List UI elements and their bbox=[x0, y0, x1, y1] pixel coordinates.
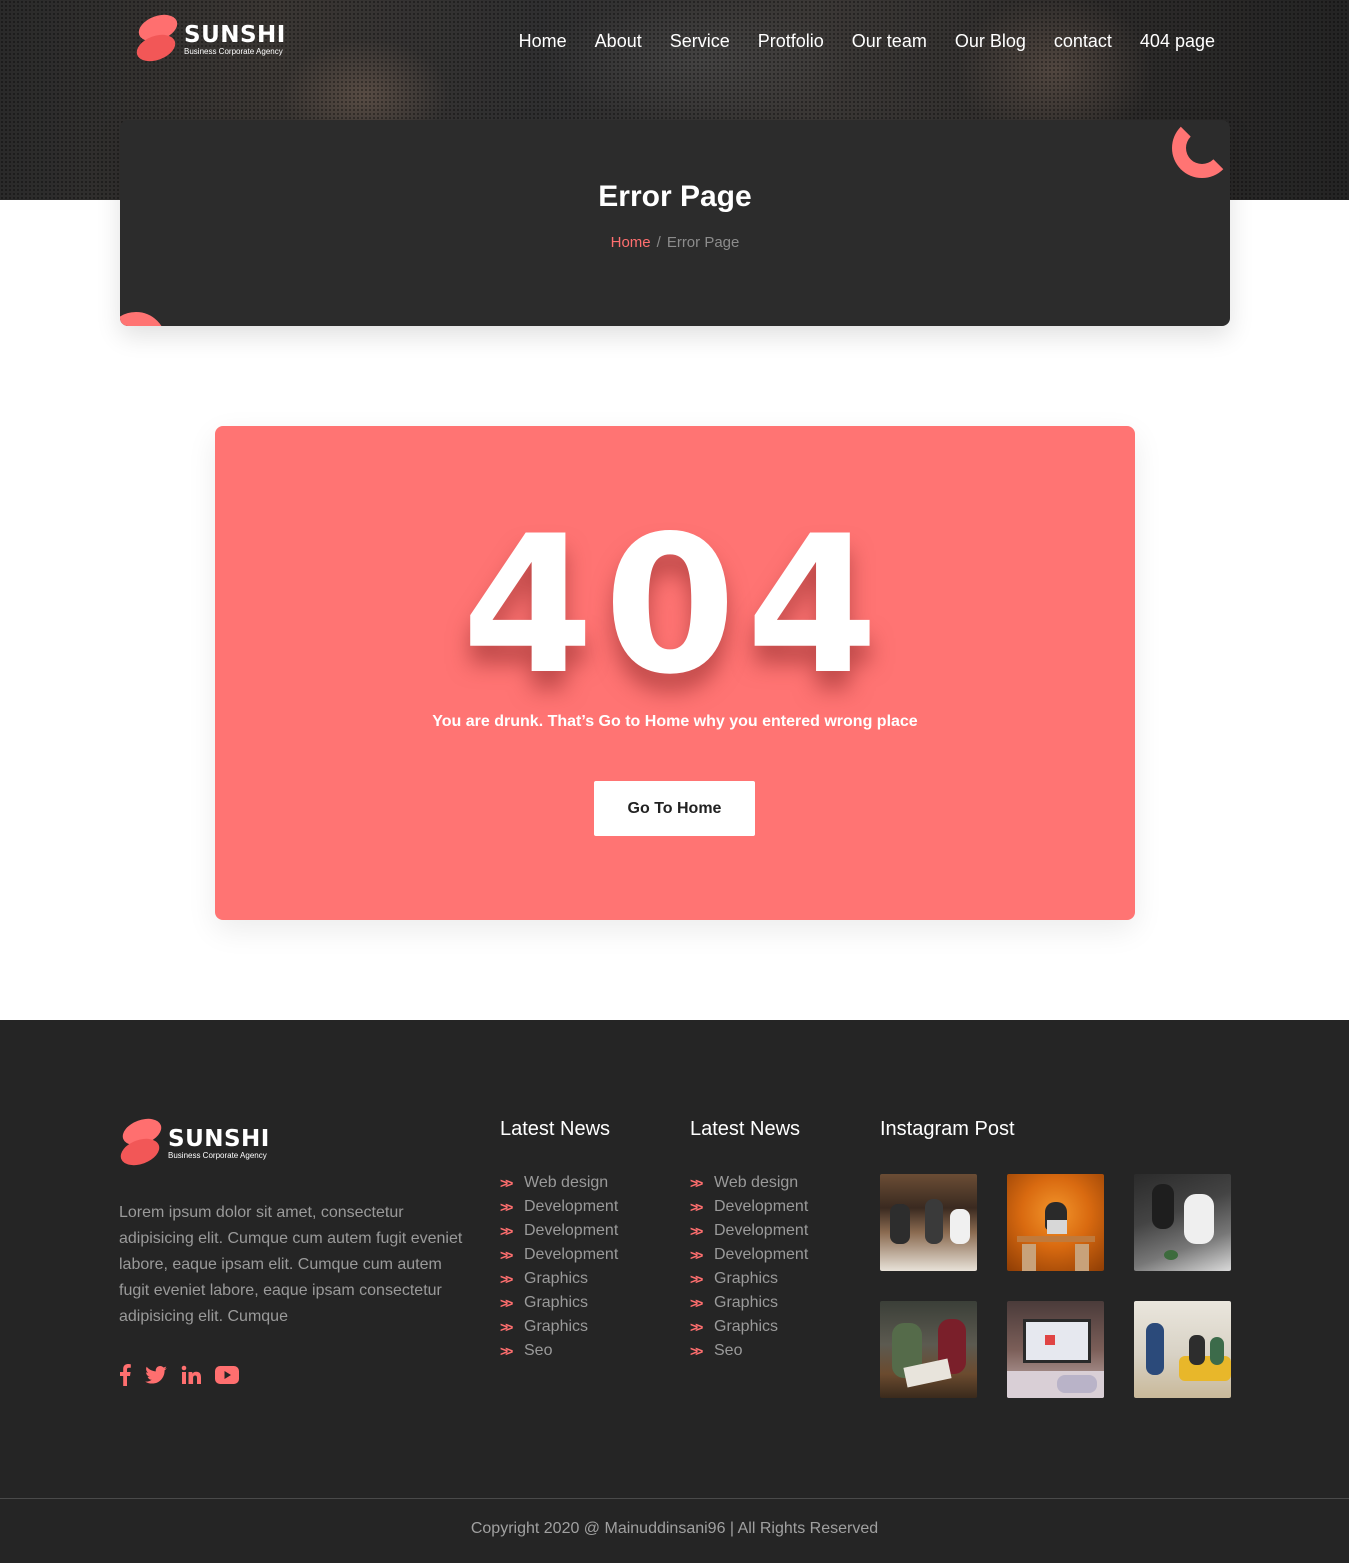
instagram-photo-lounge[interactable] bbox=[1134, 1301, 1231, 1398]
nav-our-team[interactable]: Our team bbox=[852, 28, 927, 54]
link-label: Web design bbox=[714, 1174, 799, 1191]
double-chevron-right-icon: >> bbox=[500, 1175, 513, 1191]
column-title: Latest News bbox=[500, 1118, 611, 1140]
footer-logo[interactable]: SUNSHI Business Corporate Agency bbox=[117, 1113, 270, 1171]
double-chevron-right-icon: >> bbox=[690, 1223, 703, 1239]
double-chevron-right-icon: >> bbox=[690, 1271, 703, 1287]
link-label: Development bbox=[714, 1222, 809, 1239]
footer-link[interactable]: >> Seo bbox=[500, 1339, 618, 1363]
double-chevron-right-icon: >> bbox=[500, 1343, 513, 1359]
footer: SUNSHI Business Corporate Agency Lorem i… bbox=[0, 1020, 1349, 1563]
instagram-photo-screen[interactable] bbox=[1007, 1301, 1104, 1398]
footer-link[interactable]: >> Graphics bbox=[690, 1291, 808, 1315]
logo-mark-icon bbox=[133, 9, 181, 67]
link-label: Graphics bbox=[524, 1318, 589, 1335]
footer-about-text: Lorem ipsum dolor sit amet, consectetur … bbox=[119, 1204, 463, 1325]
link-label: Seo bbox=[714, 1342, 743, 1359]
footer-link[interactable]: >> Seo bbox=[690, 1339, 808, 1363]
facebook-icon[interactable] bbox=[119, 1364, 131, 1386]
footer-link[interactable]: >> Graphics bbox=[500, 1315, 618, 1339]
double-chevron-right-icon: >> bbox=[690, 1343, 703, 1359]
link-label: Graphics bbox=[524, 1270, 589, 1287]
latest-news-column-1: Latest News >> Web design >> Development >… bbox=[500, 1118, 618, 1363]
nav-about[interactable]: About bbox=[595, 28, 642, 54]
nav-service[interactable]: Service bbox=[670, 28, 730, 54]
go-to-home-button[interactable]: Go To Home bbox=[594, 781, 755, 836]
logo-name: SUNSHI bbox=[184, 21, 286, 48]
link-label: Seo bbox=[524, 1342, 553, 1359]
nav-404-page[interactable]: 404 page bbox=[1140, 28, 1215, 54]
double-chevron-right-icon: >> bbox=[690, 1295, 703, 1311]
link-label: Development bbox=[524, 1246, 619, 1263]
breadcrumb: Home / Error Page bbox=[120, 234, 1230, 251]
footer-link[interactable]: >> Web design bbox=[500, 1171, 618, 1195]
logo-name: SUNSHI bbox=[168, 1125, 270, 1152]
link-label: Graphics bbox=[714, 1294, 779, 1311]
instagram-photo-team[interactable] bbox=[880, 1301, 977, 1398]
footer-link[interactable]: >> Graphics bbox=[690, 1315, 808, 1339]
footer-link[interactable]: >> Development bbox=[690, 1195, 808, 1219]
decor-ring-icon bbox=[120, 312, 166, 326]
double-chevron-right-icon: >> bbox=[500, 1247, 513, 1263]
linkedin-icon[interactable] bbox=[181, 1365, 201, 1385]
double-chevron-right-icon: >> bbox=[690, 1175, 703, 1191]
page-header-card: Error Page Home / Error Page bbox=[120, 120, 1230, 326]
error-message: You are drunk. That’s Go to Home why you… bbox=[432, 713, 918, 730]
logo-tagline: Business Corporate Agency bbox=[184, 46, 283, 56]
instagram-photo-meeting[interactable] bbox=[1134, 1174, 1231, 1271]
twitter-icon[interactable] bbox=[145, 1366, 167, 1384]
footer-link[interactable]: >> Development bbox=[500, 1195, 618, 1219]
double-chevron-right-icon: >> bbox=[500, 1295, 513, 1311]
double-chevron-right-icon: >> bbox=[690, 1199, 703, 1215]
instagram-photo-laptop[interactable] bbox=[1007, 1174, 1104, 1271]
instagram-grid bbox=[880, 1174, 1231, 1398]
error-card: 404 You are drunk. That’s Go to Home why… bbox=[215, 426, 1135, 920]
double-chevron-right-icon: >> bbox=[690, 1247, 703, 1263]
breadcrumb-separator: / bbox=[656, 234, 661, 251]
footer-link[interactable]: >> Web design bbox=[690, 1171, 808, 1195]
link-label: Web design bbox=[524, 1174, 609, 1191]
link-label: Development bbox=[714, 1198, 809, 1215]
copyright-text: Copyright 2020 @ Mainuddinsani96 | All R… bbox=[470, 1520, 879, 1537]
latest-news-column-2: Latest News >> Web design >> Development >… bbox=[690, 1118, 808, 1363]
footer-link[interactable]: >> Development bbox=[690, 1219, 808, 1243]
footer-link[interactable]: >> Development bbox=[500, 1219, 618, 1243]
instagram-column: Instagram Post bbox=[880, 1118, 1015, 1171]
double-chevron-right-icon: >> bbox=[500, 1199, 513, 1215]
logo-mark-icon bbox=[117, 1113, 165, 1171]
footer-link[interactable]: >> Graphics bbox=[690, 1267, 808, 1291]
social-links bbox=[119, 1364, 239, 1386]
nav-home[interactable]: Home bbox=[519, 28, 567, 54]
instagram-photo-office[interactable] bbox=[880, 1174, 977, 1271]
youtube-icon[interactable] bbox=[215, 1366, 239, 1384]
column-title: Latest News bbox=[690, 1118, 801, 1140]
double-chevron-right-icon: >> bbox=[690, 1319, 703, 1335]
footer-divider bbox=[0, 1498, 1349, 1499]
link-label: Development bbox=[714, 1246, 809, 1263]
double-chevron-right-icon: >> bbox=[500, 1223, 513, 1239]
logo-tagline: Business Corporate Agency bbox=[168, 1150, 267, 1160]
link-label: Graphics bbox=[524, 1294, 589, 1311]
link-label: Graphics bbox=[714, 1270, 779, 1287]
header-logo[interactable]: SUNSHI Business Corporate Agency bbox=[133, 9, 286, 67]
nav-our-blog[interactable]: Our Blog bbox=[955, 28, 1026, 54]
footer-link[interactable]: >> Development bbox=[690, 1243, 808, 1267]
error-code: 404 bbox=[461, 495, 889, 716]
breadcrumb-home[interactable]: Home bbox=[611, 234, 651, 251]
page-title: Error Page bbox=[598, 180, 752, 213]
breadcrumb-current: Error Page bbox=[666, 234, 740, 251]
double-chevron-right-icon: >> bbox=[500, 1319, 513, 1335]
decor-ring-icon bbox=[1172, 120, 1230, 178]
column-title: Instagram Post bbox=[880, 1118, 1015, 1140]
footer-link[interactable]: >> Graphics bbox=[500, 1291, 618, 1315]
nav-contact[interactable]: contact bbox=[1054, 28, 1112, 54]
link-label: Development bbox=[524, 1222, 619, 1239]
main-nav: Home About Service Protfolio Our team Ou… bbox=[519, 28, 1215, 54]
link-label: Graphics bbox=[714, 1318, 779, 1335]
double-chevron-right-icon: >> bbox=[500, 1271, 513, 1287]
footer-link[interactable]: >> Development bbox=[500, 1243, 618, 1267]
footer-link[interactable]: >> Graphics bbox=[500, 1267, 618, 1291]
nav-portfolio[interactable]: Protfolio bbox=[758, 28, 824, 54]
link-label: Development bbox=[524, 1198, 619, 1215]
